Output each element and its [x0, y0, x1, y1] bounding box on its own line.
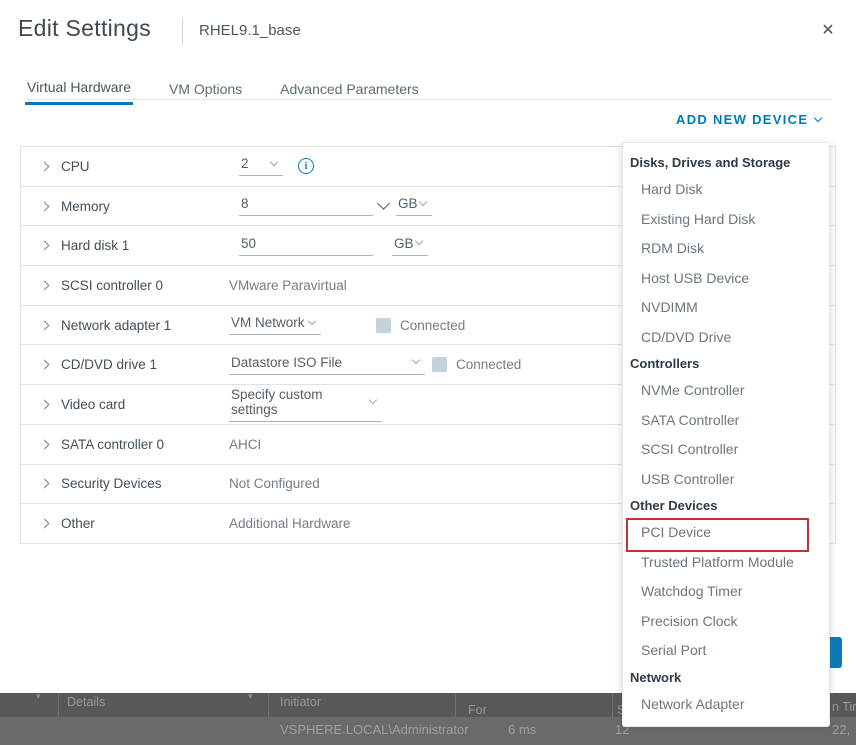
tab-bar-divider — [25, 99, 832, 100]
chevron-down-icon — [307, 316, 317, 325]
menu-item-nvdimm[interactable]: NVDIMM — [623, 293, 829, 323]
expand-chevron-icon[interactable] — [39, 399, 50, 410]
add-new-device-label: ADD NEW DEVICE — [676, 112, 809, 127]
menu-section-network: Network — [630, 669, 682, 685]
sort-caret-icon: ▾ — [248, 691, 253, 701]
row-value: VMware Paravirtual — [229, 277, 347, 293]
menu-section-disks: Disks, Drives and Storage — [630, 155, 791, 170]
connected-label: Connected — [456, 357, 522, 373]
row-label: SCSI controller 0 — [61, 277, 164, 293]
video-settings-value: Specify custom settings — [231, 386, 323, 417]
title-divider — [182, 18, 183, 45]
connected-checkbox[interactable] — [432, 357, 447, 373]
cd-dvd-source-value: Datastore ISO File — [231, 354, 343, 370]
menu-item-host-usb-device[interactable]: Host USB Device — [623, 264, 829, 294]
disk-unit-select[interactable]: GB — [392, 236, 428, 256]
menu-item-usb-controller[interactable]: USB Controller — [623, 465, 829, 495]
network-select[interactable]: VM Network — [229, 315, 321, 336]
connected-label: Connected — [400, 317, 466, 333]
row-label: Other — [61, 516, 95, 532]
column-header-queued-for: For — [468, 703, 487, 717]
disk-unit-value: GB — [394, 235, 414, 251]
expand-chevron-icon[interactable] — [39, 240, 50, 251]
column-header-initiator: Initiator — [280, 695, 321, 709]
column-header-details: Details — [67, 695, 106, 709]
tab-advanced-parameters[interactable]: Advanced Parameters — [278, 79, 421, 105]
menu-item-serial-port[interactable]: Serial Port — [623, 636, 829, 666]
vm-name: RHEL9.1_base — [199, 22, 301, 39]
cpu-count-select[interactable]: 2 — [239, 156, 283, 177]
row-label: Network adapter 1 — [61, 317, 172, 333]
close-icon[interactable] — [817, 20, 839, 42]
expand-chevron-icon[interactable] — [39, 161, 50, 172]
column-divider — [58, 693, 59, 717]
menu-section-other-devices: Other Devices — [630, 498, 718, 513]
row-value: Not Configured — [229, 476, 320, 492]
row-label: Video card — [61, 396, 126, 412]
row-label: CPU — [61, 158, 90, 174]
tab-vm-options[interactable]: VM Options — [167, 79, 244, 105]
menu-item-rdm-disk[interactable]: RDM Disk — [623, 234, 829, 264]
memory-size-input[interactable] — [239, 196, 373, 217]
menu-item-precision-clock[interactable]: Precision Clock — [623, 607, 829, 637]
chevron-down-icon — [414, 236, 424, 246]
expand-chevron-icon[interactable] — [39, 359, 50, 370]
disk-size-input[interactable] — [239, 235, 373, 256]
add-new-device-button[interactable]: ADD NEW DEVICE — [676, 112, 823, 127]
chevron-down-icon — [418, 197, 428, 206]
add-device-menu: Disks, Drives and Storage Hard Disk Exis… — [622, 142, 830, 727]
tab-virtual-hardware[interactable]: Virtual Hardware — [25, 79, 134, 105]
menu-item-sata-controller[interactable]: SATA Controller — [623, 406, 829, 436]
menu-item-pci-device[interactable]: PCI Device — [623, 518, 829, 548]
row-label: Security Devices — [61, 476, 162, 492]
column-divider — [612, 693, 613, 717]
row-label: SATA controller 0 — [61, 436, 165, 452]
expand-chevron-icon[interactable] — [39, 320, 50, 331]
column-header-completion-time: n Tim — [832, 700, 856, 714]
column-divider — [455, 693, 456, 717]
info-icon[interactable] — [298, 158, 314, 175]
chevron-down-icon — [368, 395, 378, 405]
column-divider — [268, 693, 269, 717]
memory-unit-value: GB — [398, 196, 418, 212]
menu-item-existing-hard-disk[interactable]: Existing Hard Disk — [623, 205, 829, 235]
video-settings-select[interactable]: Specify custom settings — [229, 387, 382, 422]
sort-caret-icon: ▾ — [36, 691, 41, 701]
menu-item-nvme-controller[interactable]: NVMe Controller — [623, 376, 829, 406]
row-label: Hard disk 1 — [61, 238, 130, 254]
menu-item-scsi-controller[interactable]: SCSI Controller — [623, 435, 829, 465]
expand-chevron-icon[interactable] — [39, 439, 50, 450]
network-select-value: VM Network — [231, 315, 305, 331]
row-label: CD/DVD drive 1 — [61, 357, 158, 373]
chevron-down-icon — [411, 356, 421, 365]
menu-item-watchdog-timer[interactable]: Watchdog Timer — [623, 577, 829, 607]
expand-chevron-icon[interactable] — [39, 518, 50, 529]
memory-unit-select[interactable]: GB — [396, 196, 432, 217]
menu-item-hard-disk[interactable]: Hard Disk — [623, 175, 829, 205]
row-label: Memory — [61, 198, 110, 214]
expand-chevron-icon[interactable] — [39, 201, 50, 211]
cd-dvd-source-select[interactable]: Datastore ISO File — [229, 355, 425, 375]
menu-section-controllers: Controllers — [630, 356, 700, 371]
tab-bar: Virtual Hardware VM Options Advanced Par… — [25, 79, 421, 105]
chevron-down-icon — [814, 113, 823, 122]
chevron-down-icon[interactable] — [377, 196, 390, 210]
menu-item-network-adapter[interactable]: Network Adapter — [623, 690, 829, 720]
menu-item-trusted-platform-module[interactable]: Trusted Platform Module — [623, 548, 829, 578]
task-completion-time: 22, — [832, 722, 851, 737]
cpu-count-value: 2 — [241, 156, 249, 172]
connected-checkbox[interactable] — [376, 317, 391, 333]
task-initiator: VSPHERE.LOCAL\Administrator — [280, 722, 469, 737]
expand-chevron-icon[interactable] — [39, 280, 50, 291]
menu-item-cd-dvd-drive[interactable]: CD/DVD Drive — [623, 323, 829, 353]
row-value: Additional Hardware — [229, 516, 351, 532]
chevron-down-icon — [269, 157, 279, 167]
expand-chevron-icon[interactable] — [39, 478, 50, 489]
task-queued-for: 6 ms — [508, 722, 537, 737]
row-value: AHCI — [229, 436, 262, 452]
dialog-title: Edit Settings — [18, 15, 152, 41]
